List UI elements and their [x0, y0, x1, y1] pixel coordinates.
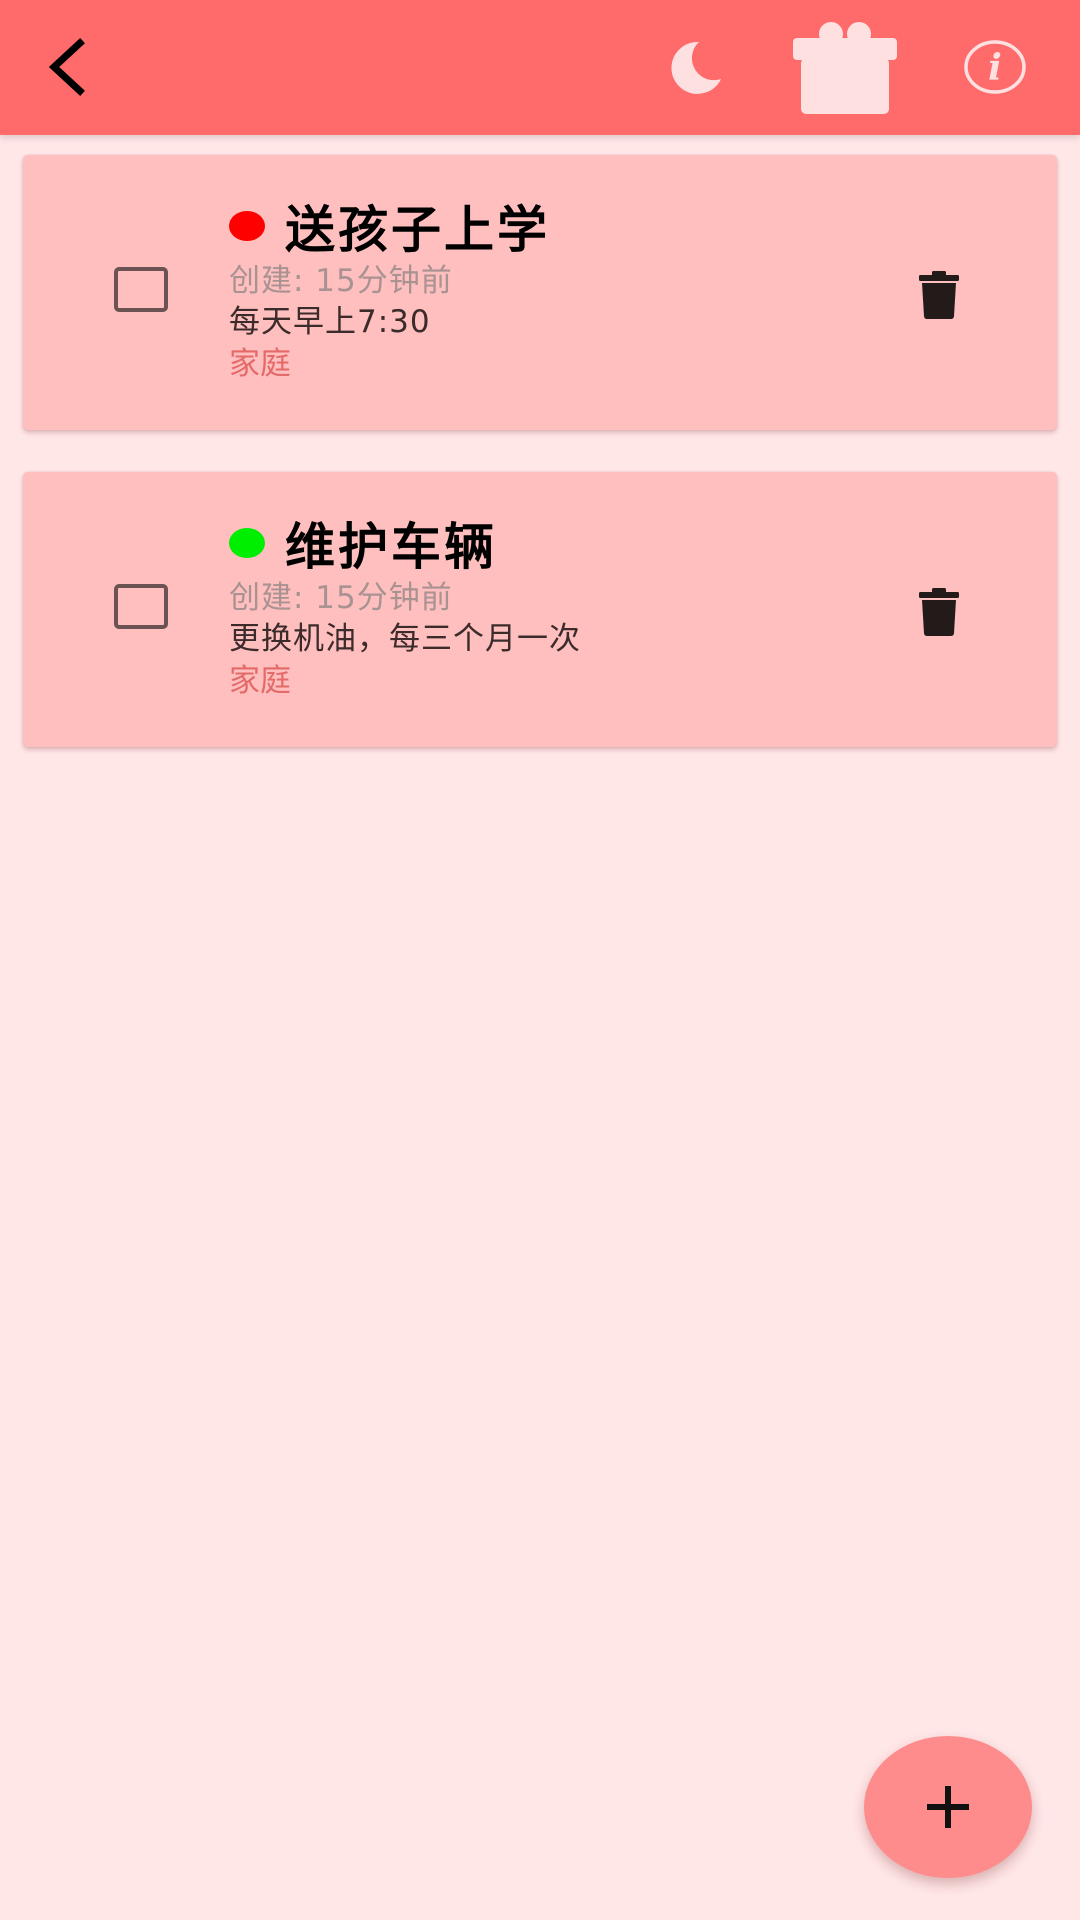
todo-content: 送孩子上学 创建: 15分钟前 每天早上7:30 家庭 [229, 195, 869, 385]
todo-title-row: 送孩子上学 [229, 195, 869, 259]
trash-icon [919, 271, 959, 319]
gift-button[interactable] [784, 12, 906, 122]
svg-text:i: i [988, 47, 1002, 89]
back-button[interactable] [30, 22, 102, 112]
todo-description: 更换机油，每三个月一次 [229, 621, 581, 657]
todo-content: 维护车辆 创建: 15分钟前 更换机油，每三个月一次 家庭 [229, 512, 869, 702]
moon-icon [671, 41, 721, 94]
app-bar: i [0, 0, 1080, 135]
todo-category: 家庭 [229, 663, 291, 699]
info-icon: i [964, 40, 1026, 94]
priority-dot [229, 528, 265, 558]
todo-created-time: 创建: 15分钟前 [229, 580, 453, 616]
todo-card[interactable]: 维护车辆 创建: 15分钟前 更换机油，每三个月一次 家庭 [23, 472, 1057, 747]
todo-title: 维护车辆 [285, 518, 497, 576]
todo-checkbox[interactable] [114, 267, 168, 312]
add-todo-button[interactable] [864, 1736, 1032, 1878]
plus-icon [927, 1786, 969, 1828]
delete-button[interactable] [903, 259, 975, 331]
todo-title: 送孩子上学 [285, 201, 550, 259]
todo-checkbox[interactable] [114, 584, 168, 629]
chevron-left-icon [48, 38, 85, 96]
priority-dot [229, 211, 265, 241]
todo-created-time: 创建: 15分钟前 [229, 263, 453, 299]
trash-icon [919, 588, 959, 636]
info-button[interactable]: i [952, 22, 1038, 112]
night-mode-button[interactable] [652, 22, 736, 112]
todo-category: 家庭 [229, 346, 291, 382]
todo-card[interactable]: 送孩子上学 创建: 15分钟前 每天早上7:30 家庭 [23, 155, 1057, 430]
delete-button[interactable] [903, 576, 975, 648]
todo-title-row: 维护车辆 [229, 512, 869, 576]
todo-description: 每天早上7:30 [229, 304, 431, 340]
gift-icon [793, 22, 897, 114]
